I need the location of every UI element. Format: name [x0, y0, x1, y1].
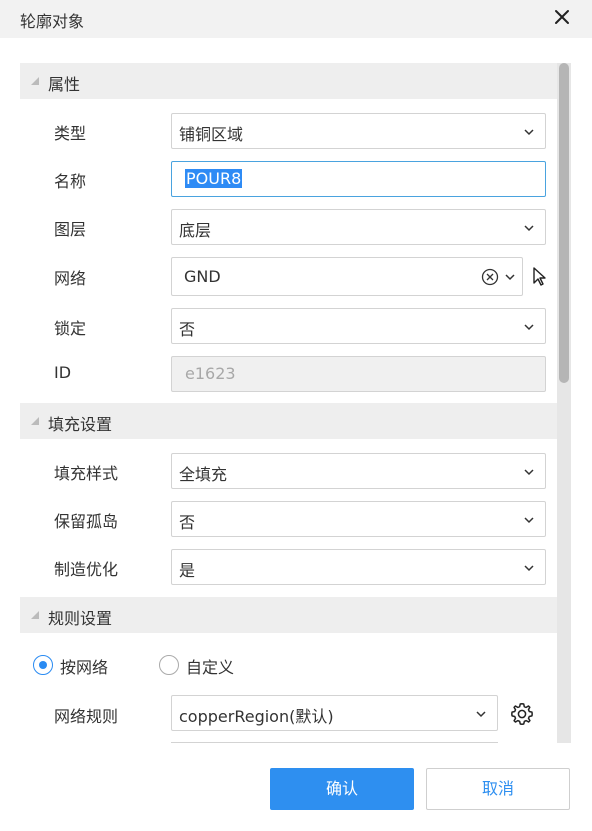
- dialog-titlebar: 轮廓对象: [0, 0, 592, 38]
- mfg-optimize-select[interactable]: 是: [171, 549, 546, 585]
- net-rule-select[interactable]: copperRegion(默认): [171, 695, 498, 731]
- keep-islands-select[interactable]: 否: [171, 501, 546, 537]
- section-fill-label: 填充设置: [48, 415, 113, 434]
- radio-custom-label: 自定义: [186, 658, 235, 677]
- type-select[interactable]: 铺铜区域: [171, 113, 546, 149]
- id-label: ID: [54, 363, 72, 382]
- pointer-select-icon[interactable]: [530, 266, 548, 286]
- chevron-down-icon: [524, 225, 534, 232]
- fill-style-label: 填充样式: [54, 464, 119, 483]
- keep-islands-value: 否: [179, 513, 196, 532]
- mfg-optimize-value: 是: [179, 561, 196, 580]
- id-value: e1623: [185, 364, 236, 383]
- section-properties[interactable]: 属性: [20, 63, 557, 99]
- name-value: POUR8: [185, 169, 243, 188]
- name-label: 名称: [54, 172, 87, 191]
- chevron-down-icon: [524, 129, 534, 136]
- next-field-edge: [171, 742, 498, 744]
- collapse-triangle-icon: [31, 417, 39, 425]
- section-fill[interactable]: 填充设置: [20, 403, 557, 439]
- clear-circle-icon[interactable]: [481, 268, 499, 286]
- id-field: e1623: [171, 356, 546, 392]
- collapse-triangle-icon: [31, 77, 39, 85]
- net-label: 网络: [54, 269, 87, 288]
- fill-style-select[interactable]: 全填充: [171, 453, 546, 489]
- net-rule-label: 网络规则: [54, 707, 119, 726]
- layer-label: 图层: [54, 220, 87, 239]
- close-icon[interactable]: [550, 5, 574, 29]
- mfg-optimize-label: 制造优化: [54, 560, 119, 579]
- fill-style-value: 全填充: [179, 465, 228, 484]
- chevron-down-icon: [524, 565, 534, 572]
- keep-islands-label: 保留孤岛: [54, 512, 119, 531]
- section-properties-label: 属性: [48, 75, 81, 94]
- collapse-triangle-icon: [31, 611, 39, 619]
- radio-by-net[interactable]: [33, 655, 53, 675]
- net-rule-value: copperRegion(默认): [179, 707, 334, 726]
- layer-select[interactable]: 底层: [171, 209, 546, 245]
- chevron-down-icon: [524, 517, 534, 524]
- chevron-down-icon: [524, 469, 534, 476]
- net-value: GND: [184, 267, 221, 286]
- radio-custom[interactable]: [159, 655, 179, 675]
- lock-value: 否: [179, 320, 196, 339]
- section-rules-label: 规则设置: [48, 609, 113, 628]
- lock-label: 锁定: [54, 319, 87, 338]
- chevron-down-icon: [476, 711, 486, 718]
- type-value: 铺铜区域: [179, 125, 244, 144]
- type-label: 类型: [54, 124, 87, 143]
- name-input[interactable]: POUR8: [171, 161, 546, 197]
- scrollbar-thumb[interactable]: [559, 63, 569, 383]
- radio-by-net-label: 按网络: [60, 658, 109, 677]
- net-select[interactable]: GND: [171, 257, 523, 296]
- cancel-button[interactable]: 取消: [426, 768, 570, 810]
- dialog-title: 轮廓对象: [20, 12, 85, 31]
- confirm-button[interactable]: 确认: [270, 768, 414, 810]
- gear-icon[interactable]: [509, 701, 535, 727]
- chevron-down-icon: [524, 324, 534, 331]
- section-rules[interactable]: 规则设置: [20, 597, 557, 633]
- chevron-down-icon: [505, 274, 515, 281]
- layer-value: 底层: [179, 221, 212, 240]
- lock-select[interactable]: 否: [171, 308, 546, 344]
